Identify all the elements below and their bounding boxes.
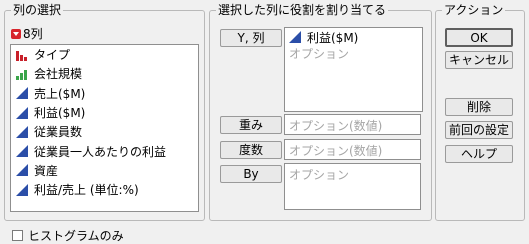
ok-button[interactable]: OK — [445, 28, 513, 47]
by-button[interactable]: By — [220, 165, 282, 183]
y-optional-hint: オプション — [289, 47, 350, 61]
continuous-triangle-icon — [16, 145, 28, 158]
column-list-item[interactable]: 利益/売上 (単位:%) — [11, 180, 198, 199]
column-list-item-label: 売上($M) — [34, 86, 86, 101]
column-selection-title: 列の選択 — [11, 3, 64, 17]
column-selection-panel: 列の選択 8列 タイプ会社規模売上($M) 利益($M) 従業員数従業員一人あたりの… — [4, 3, 205, 221]
column-list-item[interactable]: 資産 — [11, 161, 198, 180]
y-columns-button[interactable]: Y, 列 — [220, 29, 282, 47]
column-list-item-label: 従業員数 — [34, 125, 83, 140]
column-count-label: 8列 — [23, 27, 43, 41]
column-list-item[interactable]: タイプ — [11, 45, 198, 64]
role-assignment-panel: 選択した列に役割を割り当てる Y, 列 利益($M) オプション 重み オプショ… — [209, 3, 432, 221]
cancel-button[interactable]: キャンセル — [445, 51, 513, 69]
column-count-control[interactable]: 8列 — [11, 27, 43, 41]
column-list[interactable]: タイプ会社規模売上($M) 利益($M) 従業員数従業員一人あたりの利益 資産利益/売… — [10, 44, 199, 212]
column-list-item-label: 従業員一人あたりの利益 — [34, 144, 167, 159]
actions-panel: アクション OK キャンセル 削除 前回の設定 ヘルプ — [435, 3, 525, 221]
actions-title: アクション — [442, 3, 506, 17]
column-list-item-label: 会社規模 — [34, 67, 83, 82]
y-assigned-item[interactable]: 利益($M) — [285, 28, 422, 46]
y-role-list[interactable]: 利益($M) オプション — [284, 27, 423, 112]
frequency-button[interactable]: 度数 — [220, 141, 282, 159]
column-list-item[interactable]: 従業員数 — [11, 122, 198, 141]
remove-button[interactable]: 削除 — [445, 98, 513, 116]
continuous-triangle-icon — [16, 125, 28, 138]
column-list-item[interactable]: 従業員一人あたりの利益 — [11, 141, 198, 160]
column-list-item-label: 資産 — [34, 163, 59, 178]
column-list-item[interactable]: 売上($M) — [11, 84, 198, 103]
red-triangle-menu-icon[interactable] — [11, 29, 21, 39]
help-button[interactable]: ヘルプ — [445, 145, 513, 163]
continuous-triangle-icon — [16, 164, 28, 177]
weight-field[interactable]: オプション(数値) — [284, 114, 421, 135]
frequency-field[interactable]: オプション(数値) — [284, 139, 421, 160]
y-assigned-label: 利益($M) — [307, 30, 359, 45]
nominal-bar-icon — [16, 50, 27, 61]
column-list-item[interactable]: 利益($M) — [11, 103, 198, 122]
by-field[interactable]: オプション — [284, 163, 421, 210]
weight-button[interactable]: 重み — [220, 116, 282, 134]
ordinal-bar-icon — [16, 69, 27, 80]
column-list-item-label: タイプ — [34, 48, 71, 63]
column-list-item[interactable]: 会社規模 — [11, 64, 198, 83]
column-list-item-label: 利益($M) — [34, 106, 86, 121]
continuous-triangle-icon — [289, 31, 301, 43]
continuous-triangle-icon — [16, 106, 28, 119]
recall-button[interactable]: 前回の設定 — [445, 121, 513, 139]
continuous-triangle-icon — [16, 87, 28, 100]
histograms-only-checkbox[interactable] — [12, 230, 23, 241]
histograms-only-option[interactable]: ヒストグラムのみ — [12, 227, 124, 244]
role-assignment-title: 選択した列に役割を割り当てる — [216, 3, 389, 17]
continuous-triangle-icon — [16, 183, 28, 196]
histograms-only-label: ヒストグラムのみ — [28, 229, 124, 243]
column-list-item-label: 利益/売上 (単位:%) — [34, 183, 139, 198]
